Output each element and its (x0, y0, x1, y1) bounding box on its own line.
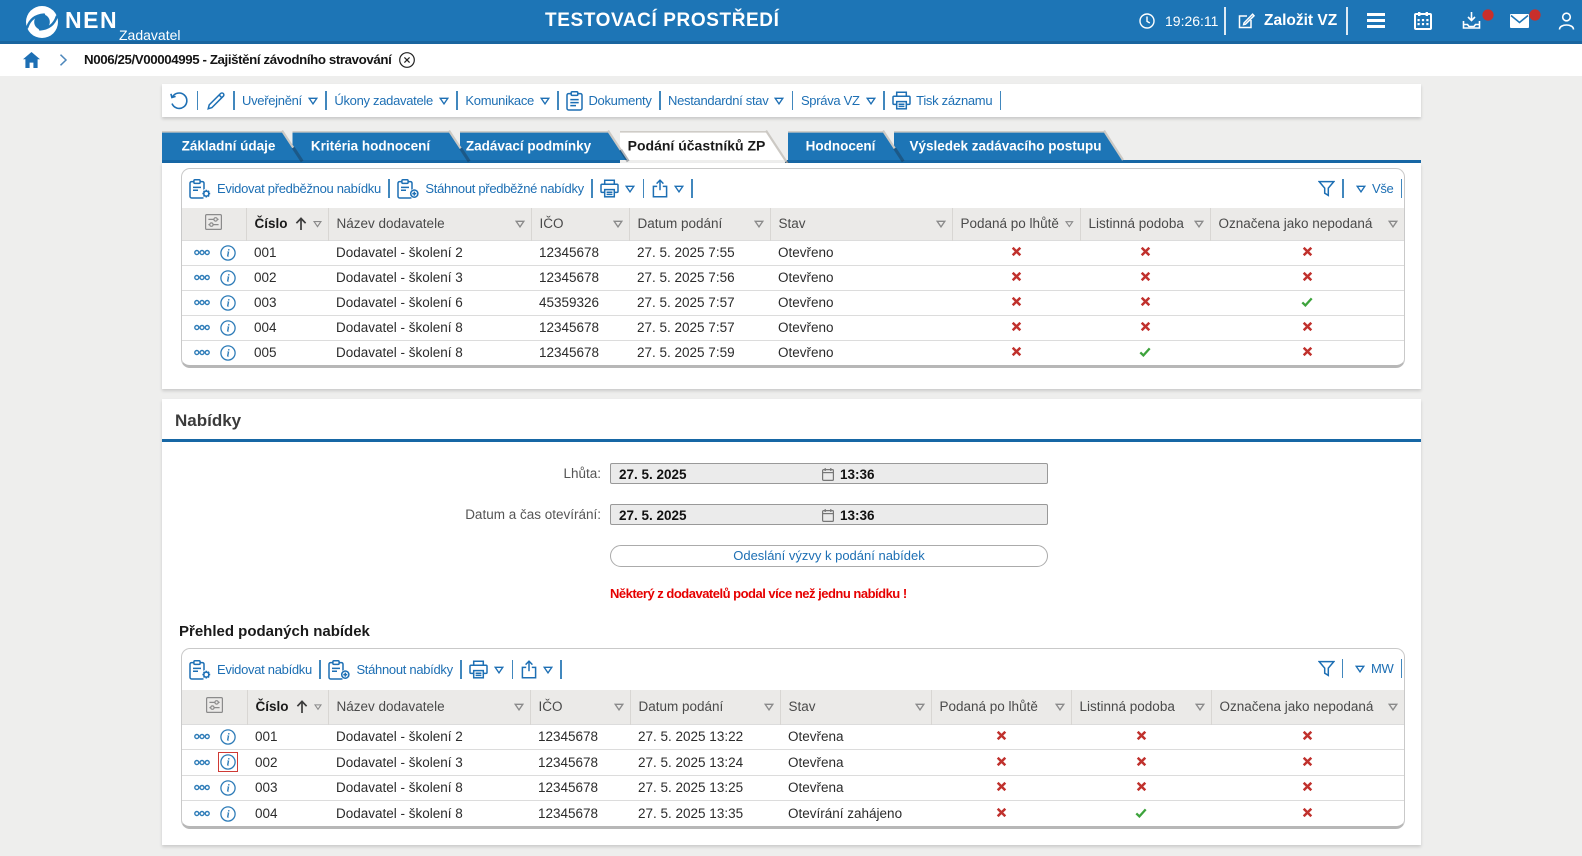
svg-text:i: i (227, 247, 231, 259)
svg-text:i: i (227, 808, 231, 820)
svg-text:Základní údaje: Základní údaje (182, 139, 276, 154)
svg-text:i: i (227, 322, 231, 334)
svg-text:i: i (227, 782, 231, 794)
svg-text:Kritéria hodnocení: Kritéria hodnocení (311, 139, 432, 154)
svg-text:i: i (227, 757, 231, 769)
svg-text:i: i (227, 731, 231, 743)
svg-text:Hodnocení: Hodnocení (806, 139, 877, 154)
svg-text:i: i (227, 272, 231, 284)
svg-text:i: i (227, 347, 231, 359)
svg-text:i: i (227, 297, 231, 309)
svg-text:Výsledek zadávacího postupu: Výsledek zadávacího postupu (909, 139, 1101, 154)
svg-text:Zadávací podmínky: Zadávací podmínky (466, 139, 592, 154)
svg-text:Podání účastníků ZP: Podání účastníků ZP (628, 138, 766, 154)
